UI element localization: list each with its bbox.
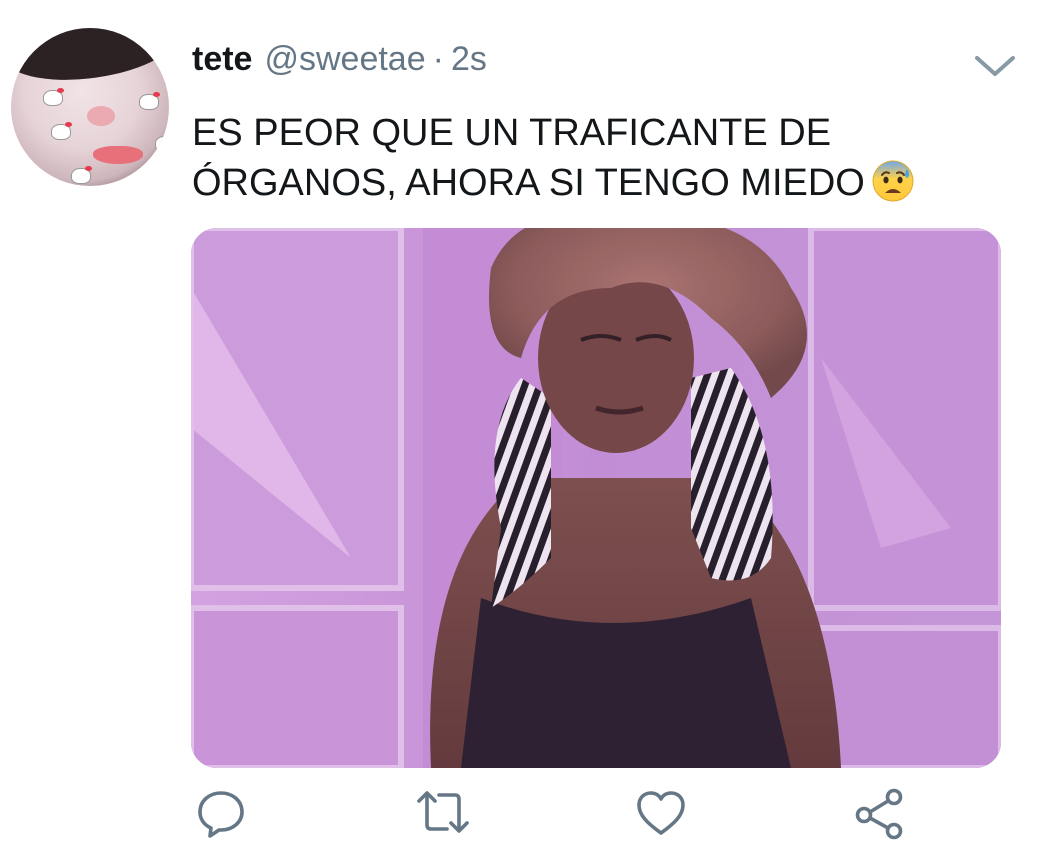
tweet-text-line: ÓRGANOS, AHORA SI TENGO MIEDO [192, 158, 1012, 208]
avatar-sticker [43, 88, 64, 106]
avatar-sticker [139, 92, 160, 110]
chevron-down-icon[interactable] [973, 50, 1017, 80]
tweet-card[interactable]: tete @sweetae · 2s ES PEOR QUE UN TRAFIC… [0, 0, 1061, 849]
tweet-text: ES PEOR QUE UN TRAFICANTE DE ÓRGANOS, AH… [192, 108, 1012, 208]
separator-dot: · [432, 40, 444, 78]
anxious-face-with-sweat-icon [871, 159, 915, 203]
user-handle[interactable]: @sweetae [264, 40, 425, 79]
avatar-sticker [71, 166, 92, 184]
avatar-blush [87, 106, 115, 126]
avatar-sticker [155, 136, 169, 152]
reply-icon[interactable] [193, 785, 249, 841]
tweet-actions [0, 785, 1061, 845]
avatar[interactable] [11, 28, 169, 186]
avatar-sticker [123, 176, 144, 186]
avatar-hair [11, 28, 169, 91]
avatar-sticker [51, 122, 72, 140]
display-name[interactable]: tete [192, 40, 252, 79]
tweet-text-line: ES PEOR QUE UN TRAFICANTE DE [192, 112, 832, 154]
tweet-media-image[interactable] [191, 228, 1001, 768]
tweet-text-line-content: ÓRGANOS, AHORA SI TENGO MIEDO [192, 162, 865, 204]
share-icon[interactable] [852, 785, 908, 841]
heart-icon[interactable] [633, 785, 689, 841]
timestamp[interactable]: 2s [451, 40, 487, 79]
avatar-lips [93, 146, 143, 164]
tweet-header: tete @sweetae · 2s [192, 40, 487, 84]
retweet-icon[interactable] [415, 785, 471, 841]
